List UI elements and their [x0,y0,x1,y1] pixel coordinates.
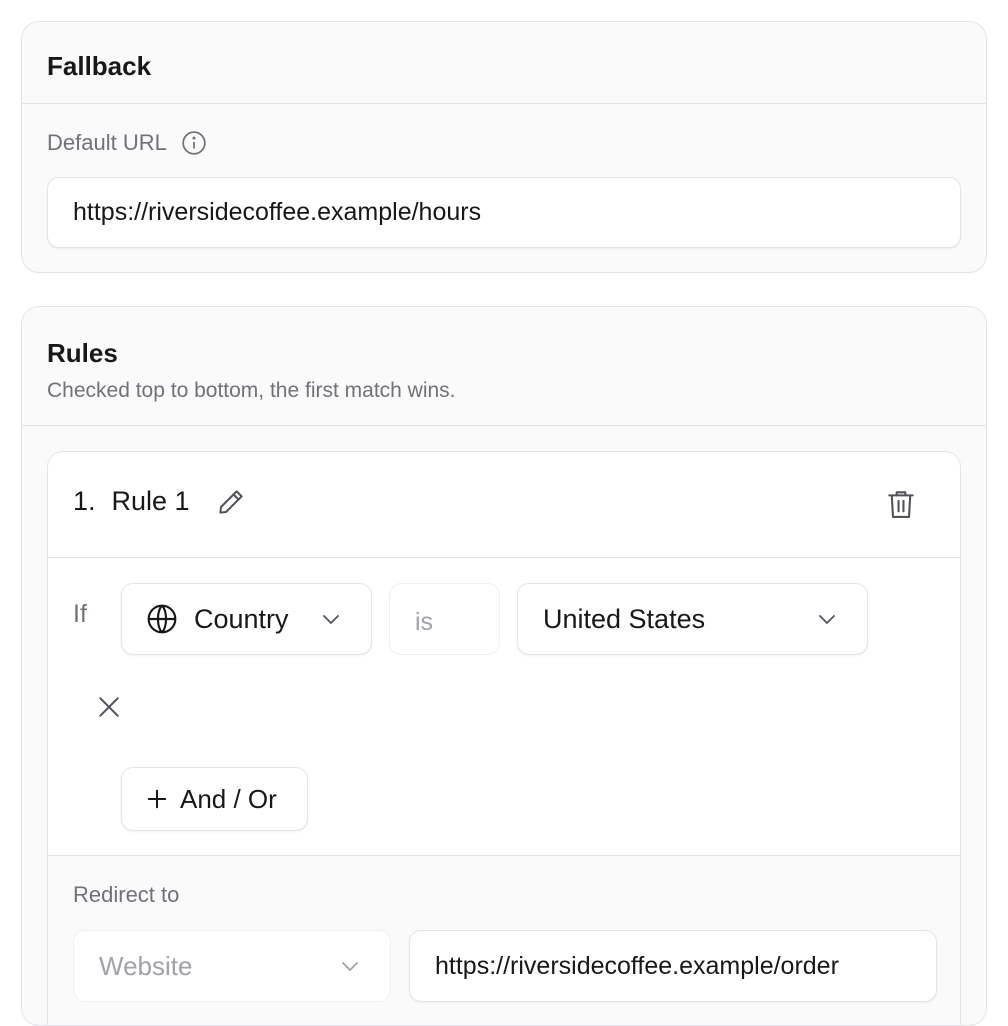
fallback-card: Fallback Default URL https://riversideco… [21,21,987,273]
default-url-label: Default URL [47,130,207,156]
condition-operator: is [389,583,500,655]
condition-field-value: Country [194,603,289,634]
rule-card: 1. Rule 1 If Country is United States An… [47,451,961,1025]
condition-value-select[interactable]: United States [517,583,868,655]
add-condition-label: And / Or [180,783,277,814]
condition-field-select[interactable]: Country [121,583,372,655]
pencil-icon[interactable] [216,487,246,517]
condition-value-text: United States [543,603,706,634]
plus-icon [146,788,168,810]
globe-icon [146,603,178,635]
redirect-url-input[interactable]: https://riversidecoffee.example/order [409,930,937,1002]
rule-title: 1. Rule 1 [73,486,246,517]
fallback-title: Fallback [47,51,152,81]
fallback-header: Fallback [22,22,986,104]
rules-card: Rules Checked top to bottom, the first m… [21,306,987,1026]
close-icon[interactable] [96,694,122,720]
rules-header: Rules Checked top to bottom, the first m… [22,307,986,426]
rule-number: 1. [73,486,96,516]
rule-name: Rule 1 [111,486,190,516]
trash-icon[interactable] [886,488,916,520]
chevron-down-icon [338,954,362,978]
if-label: If [73,600,87,628]
rules-subtitle: Checked top to bottom, the first match w… [47,379,456,402]
default-url-label-text: Default URL [47,130,167,155]
chevron-down-icon [815,607,839,631]
redirect-type-select[interactable]: Website [73,930,391,1002]
redirect-section: Redirect to Website https://riversidecof… [48,855,960,1025]
default-url-input[interactable]: https://riversidecoffee.example/hours [47,177,961,248]
rule-header: 1. Rule 1 [48,452,960,558]
add-condition-button[interactable]: And / Or [121,767,308,831]
rules-title: Rules [47,338,118,368]
redirect-label: Redirect to [73,882,180,907]
chevron-down-icon [319,607,343,631]
redirect-type-value: Website [99,950,193,981]
info-icon[interactable] [181,130,207,156]
